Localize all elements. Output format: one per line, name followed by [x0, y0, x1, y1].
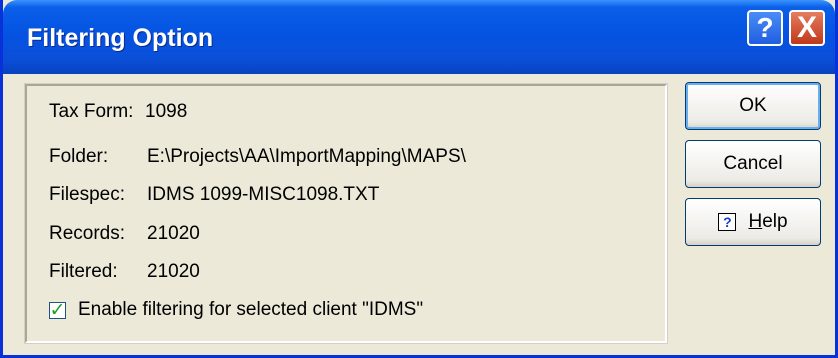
enable-filtering-label[interactable]: Enable filtering for selected client "ID…	[78, 299, 423, 321]
help-label-rest: elp	[762, 211, 788, 232]
close-icon[interactable]: X	[789, 10, 825, 46]
filtered-label: Filtered:	[49, 261, 118, 282]
filtering-option-dialog: Filtering Option ? X Tax Form: 1098 Fold…	[0, 0, 838, 358]
dialog-body: Tax Form: 1098 Folder: E:\Projects\AA\Im…	[3, 74, 835, 355]
records-value: 21020	[147, 223, 200, 244]
help-icon[interactable]: ?	[747, 10, 783, 46]
window-title: Filtering Option	[27, 24, 214, 52]
filtered-value: 21020	[147, 261, 200, 282]
title-bar[interactable]: Filtering Option ? X	[3, 0, 835, 74]
ok-button[interactable]: OK	[685, 82, 821, 130]
tax-form-value: 1098	[145, 101, 188, 122]
folder-label: Folder:	[49, 146, 109, 167]
filespec-label: Filespec:	[49, 184, 126, 205]
folder-value: E:\Projects\AA\ImportMapping\MAPS\	[147, 146, 466, 167]
enable-filtering-checkbox[interactable]: ✓ Enable filtering for selected client "…	[49, 299, 423, 321]
help-button[interactable]: ? Help	[685, 198, 821, 246]
cancel-button[interactable]: Cancel	[685, 140, 821, 188]
tax-form-label: Tax Form:	[49, 101, 134, 122]
records-label: Records:	[49, 223, 126, 244]
question-icon: ?	[718, 213, 737, 231]
checkmark-icon[interactable]: ✓	[49, 300, 66, 321]
filespec-value: IDMS 1099-MISC1098.TXT	[147, 184, 380, 205]
help-mnemonic: H	[748, 211, 763, 232]
